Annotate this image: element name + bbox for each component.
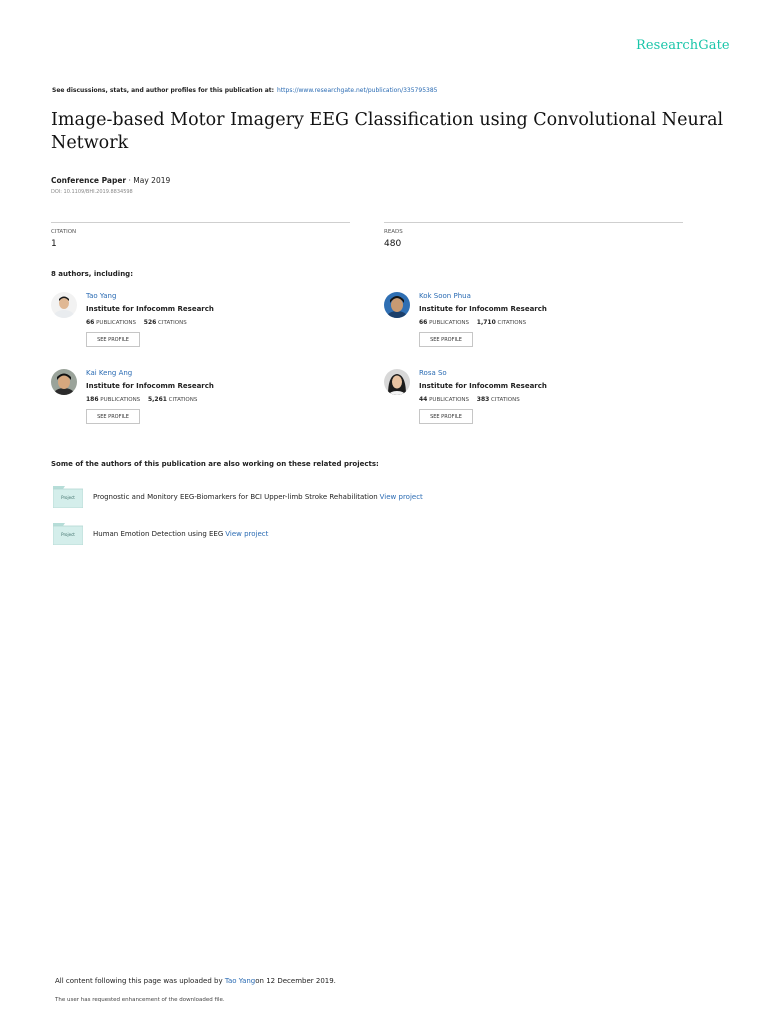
- publication-url-link[interactable]: https://www.researchgate.net/publication…: [277, 87, 437, 94]
- publication-count: 66: [419, 319, 428, 326]
- citation-divider: [51, 222, 350, 223]
- authors-heading: 8 authors, including:: [51, 270, 133, 278]
- author-name-link[interactable]: Kok Soon Phua: [419, 292, 471, 300]
- project-item: Project Human Emotion Detection using EE…: [53, 523, 653, 545]
- enhancement-note: The user has requested enhancement of th…: [55, 997, 225, 1003]
- project-item: Project Prognostic and Monitory EEG-Biom…: [53, 486, 653, 508]
- see-profile-button[interactable]: SEE PROFILE: [419, 332, 473, 347]
- reads-label: READS: [384, 229, 403, 235]
- citations-label: CITATIONS: [497, 320, 527, 326]
- reads-count: 480: [384, 239, 402, 249]
- author-card: Kai Keng Ang Institute for Infocomm Rese…: [51, 369, 351, 433]
- citation-count: 526: [143, 319, 157, 326]
- citation-count: 383: [476, 396, 490, 403]
- discussion-line: See discussions, stats, and author profi…: [52, 87, 437, 94]
- project-icon-label: Project: [61, 495, 75, 500]
- project-icon-label: Project: [61, 532, 75, 537]
- see-profile-button[interactable]: SEE PROFILE: [86, 332, 140, 347]
- see-profile-button[interactable]: SEE PROFILE: [419, 409, 473, 424]
- project-title: Human Emotion Detection using EEG: [93, 530, 224, 538]
- doi: DOI: 10.1109/BHI.2019.8834598: [51, 189, 133, 195]
- citation-count: 1: [51, 239, 57, 249]
- citations-label: CITATIONS: [168, 397, 198, 403]
- author-institution: Institute for Infocomm Research: [86, 382, 214, 390]
- avatar[interactable]: [51, 292, 77, 318]
- author-card: Kok Soon Phua Institute for Infocomm Res…: [384, 292, 684, 356]
- author-stats: 66 PUBLICATIONS 1,710 CITATIONS: [419, 319, 526, 326]
- citation-count: 5,261: [147, 396, 167, 403]
- project-folder-icon[interactable]: Project: [53, 486, 83, 508]
- project-folder-icon[interactable]: Project: [53, 523, 83, 545]
- author-stats: 186 PUBLICATIONS 5,261 CITATIONS: [86, 396, 197, 403]
- avatar[interactable]: [384, 369, 410, 395]
- publication-date: May 2019: [133, 176, 171, 185]
- publication-count: 44: [419, 396, 428, 403]
- project-title-line: Human Emotion Detection using EEG View pr…: [93, 530, 268, 538]
- project-title: Prognostic and Monitory EEG-Biomarkers f…: [93, 493, 378, 501]
- author-stats: 44 PUBLICATIONS 383 CITATIONS: [419, 396, 520, 403]
- publications-label: PUBLICATIONS: [429, 320, 470, 326]
- publications-label: PUBLICATIONS: [429, 397, 470, 403]
- upload-prefix: All content following this page was uplo…: [55, 977, 223, 985]
- researchgate-logo[interactable]: ResearchGate: [636, 38, 730, 53]
- publication-type: Conference Paper: [51, 176, 127, 185]
- publications-label: PUBLICATIONS: [96, 320, 137, 326]
- reads-divider: [384, 222, 683, 223]
- avatar[interactable]: [384, 292, 410, 318]
- publication-count: 66: [86, 319, 95, 326]
- citations-label: CITATIONS: [158, 320, 187, 326]
- author-institution: Institute for Infocomm Research: [419, 382, 547, 390]
- project-title-line: Prognostic and Monitory EEG-Biomarkers f…: [93, 493, 423, 501]
- avatar[interactable]: [51, 369, 77, 395]
- discussion-text: See discussions, stats, and author profi…: [52, 87, 275, 94]
- author-card: Rosa So Institute for Infocomm Research …: [384, 369, 684, 433]
- citation-count: 1,710: [476, 319, 496, 326]
- citation-label: CITATION: [51, 229, 77, 235]
- citations-label: CITATIONS: [491, 397, 520, 403]
- author-name-link[interactable]: Rosa So: [419, 369, 447, 377]
- publication-type-line: Conference Paper · May 2019: [51, 176, 170, 185]
- see-profile-button[interactable]: SEE PROFILE: [86, 409, 140, 424]
- uploader-link[interactable]: Tao Yang: [225, 977, 255, 985]
- upload-suffix: on 12 December 2019.: [255, 977, 336, 985]
- related-projects-heading: Some of the authors of this publication …: [51, 460, 379, 468]
- author-institution: Institute for Infocomm Research: [86, 305, 214, 313]
- author-card: Tao Yang Institute for Infocomm Research…: [51, 292, 351, 356]
- author-name-link[interactable]: Kai Keng Ang: [86, 369, 132, 377]
- paper-title: Image-based Motor Imagery EEG Classifica…: [51, 110, 724, 153]
- view-project-link[interactable]: View project: [380, 493, 423, 501]
- author-stats: 66 PUBLICATIONS 526 CITATIONS: [86, 319, 187, 326]
- upload-notice: All content following this page was uplo…: [55, 977, 336, 985]
- author-name-link[interactable]: Tao Yang: [86, 292, 116, 300]
- view-project-link[interactable]: View project: [225, 530, 268, 538]
- author-institution: Institute for Infocomm Research: [419, 305, 547, 313]
- publications-label: PUBLICATIONS: [100, 397, 141, 403]
- publication-count: 186: [86, 396, 99, 403]
